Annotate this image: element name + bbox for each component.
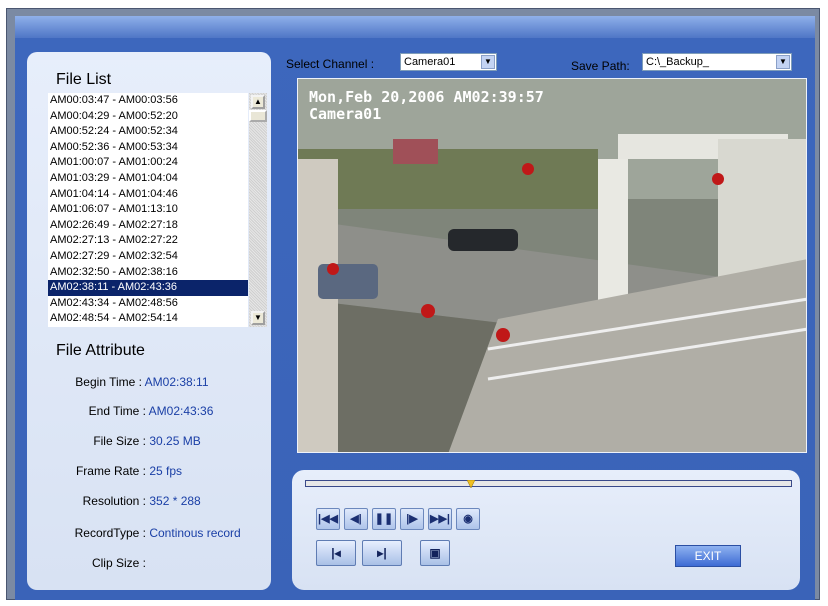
file-list-item[interactable]: AM00:03:47 - AM00:03:56: [48, 93, 248, 109]
step-forward-icon: |▶: [406, 513, 418, 525]
exit-button[interactable]: EXIT: [675, 545, 741, 567]
skip-start-icon: |◀◀: [318, 513, 338, 525]
file-list-scrollbar[interactable]: [249, 93, 267, 327]
camera-frame-image: [298, 79, 806, 452]
file-list-item[interactable]: AM02:27:13 - AM02:27:22: [48, 233, 248, 249]
frame-rate-label: Frame Rate :: [75, 464, 146, 478]
begin-time-value: AM02:38:11: [144, 375, 209, 389]
file-list-item[interactable]: AM00:04:29 - AM00:52:20: [48, 109, 248, 125]
mark-in-icon: |◂: [331, 546, 341, 560]
file-size-label: File Size :: [93, 434, 146, 448]
file-list[interactable]: AM00:03:47 - AM00:03:56 AM00:04:29 - AM00…: [48, 93, 248, 327]
save-path-value: C:\_Backup_: [646, 56, 709, 68]
begin-time-label: Begin Time :: [75, 375, 142, 389]
playback-panel: [292, 470, 800, 590]
file-list-item[interactable]: AM02:38:11 - AM02:43:36: [48, 280, 248, 296]
video-view[interactable]: Mon,Feb 20,2006 AM02:39:57 Camera01: [297, 78, 807, 453]
record-type-row: RecordType : Continous record: [50, 526, 241, 540]
arrow-up-icon: ▲: [254, 97, 262, 106]
pause-icon: ❚❚: [374, 513, 394, 525]
file-list-item[interactable]: AM02:27:29 - AM02:32:54: [48, 249, 248, 265]
scroll-up-button[interactable]: ▲: [251, 95, 265, 109]
clip-size-row: Clip Size :: [56, 556, 146, 570]
chevron-down-icon[interactable]: ▼: [776, 55, 790, 69]
file-list-item[interactable]: AM01:06:07 - AM01:13:10: [48, 202, 248, 218]
file-attribute-title: File Attribute: [56, 342, 145, 359]
record-type-value: Continous record: [149, 526, 241, 540]
file-list-item[interactable]: AM02:32:50 - AM02:38:16: [48, 265, 248, 281]
file-list-item[interactable]: AM02:48:54 - AM02:54:14: [48, 311, 248, 327]
step-back-button[interactable]: ◀|: [344, 508, 368, 530]
file-list-item[interactable]: AM01:00:07 - AM01:00:24: [48, 155, 248, 171]
file-list-item[interactable]: AM00:52:24 - AM00:52:34: [48, 124, 248, 140]
file-list-item[interactable]: AM01:04:14 - AM01:04:46: [48, 187, 248, 203]
first-frame-button[interactable]: |◀◀: [316, 508, 340, 530]
save-clip-icon: ▣: [429, 546, 441, 560]
step-back-icon: ◀|: [350, 513, 362, 525]
video-overlay: Mon,Feb 20,2006 AM02:39:57 Camera01: [309, 89, 544, 123]
resolution-value: 352 * 288: [149, 494, 201, 508]
channel-select[interactable]: Camera01 ▼: [400, 53, 497, 71]
file-size-row: File Size : 30.25 MB: [56, 434, 201, 448]
file-list-item[interactable]: AM02:43:34 - AM02:48:56: [48, 296, 248, 312]
speaker-icon: ◉: [463, 513, 473, 525]
seek-bar[interactable]: [305, 480, 792, 487]
file-list-item[interactable]: AM00:52:36 - AM00:53:34: [48, 140, 248, 156]
arrow-down-icon: ▼: [254, 313, 262, 322]
save-clip-button[interactable]: ▣: [420, 540, 450, 566]
channel-select-value: Camera01: [404, 56, 456, 68]
save-path-label: Save Path:: [571, 59, 630, 73]
mark-out-icon: ▸|: [377, 546, 387, 560]
overlay-channel: Camera01: [309, 105, 382, 123]
save-path-select[interactable]: C:\_Backup_ ▼: [642, 53, 792, 71]
begin-time-row: Begin Time : AM02:38:11: [56, 375, 209, 389]
resolution-row: Resolution : 352 * 288: [56, 494, 201, 508]
skip-end-icon: ▶▶|: [430, 513, 450, 525]
audio-button[interactable]: ◉: [456, 508, 480, 530]
file-size-value: 30.25 MB: [149, 434, 201, 448]
pause-button[interactable]: ❚❚: [372, 508, 396, 530]
step-forward-button[interactable]: |▶: [400, 508, 424, 530]
record-type-label: RecordType :: [74, 526, 146, 540]
file-list-item[interactable]: AM01:03:29 - AM01:04:04: [48, 171, 248, 187]
scroll-down-button[interactable]: ▼: [251, 311, 265, 325]
mark-end-button[interactable]: ▸|: [362, 540, 402, 566]
end-time-label: End Time :: [88, 404, 146, 418]
scroll-thumb[interactable]: [249, 110, 267, 122]
resolution-label: Resolution :: [82, 494, 146, 508]
clip-size-label: Clip Size :: [91, 556, 146, 570]
chevron-down-icon[interactable]: ▼: [481, 55, 495, 69]
app-top-bar: [15, 16, 815, 38]
overlay-datetime: Mon,Feb 20,2006 AM02:39:57: [309, 88, 544, 106]
file-list-title: File List: [56, 71, 112, 88]
select-channel-label: Select Channel :: [286, 57, 375, 71]
frame-rate-row: Frame Rate : 25 fps: [56, 464, 182, 478]
end-time-row: End Time : AM02:43:36: [56, 404, 214, 418]
last-frame-button[interactable]: ▶▶|: [428, 508, 452, 530]
seek-thumb[interactable]: [466, 480, 475, 488]
frame-rate-value: 25 fps: [149, 464, 183, 478]
mark-start-button[interactable]: |◂: [316, 540, 356, 566]
file-list-item[interactable]: AM02:26:49 - AM02:27:18: [48, 218, 248, 234]
end-time-value: AM02:43:36: [148, 404, 214, 418]
